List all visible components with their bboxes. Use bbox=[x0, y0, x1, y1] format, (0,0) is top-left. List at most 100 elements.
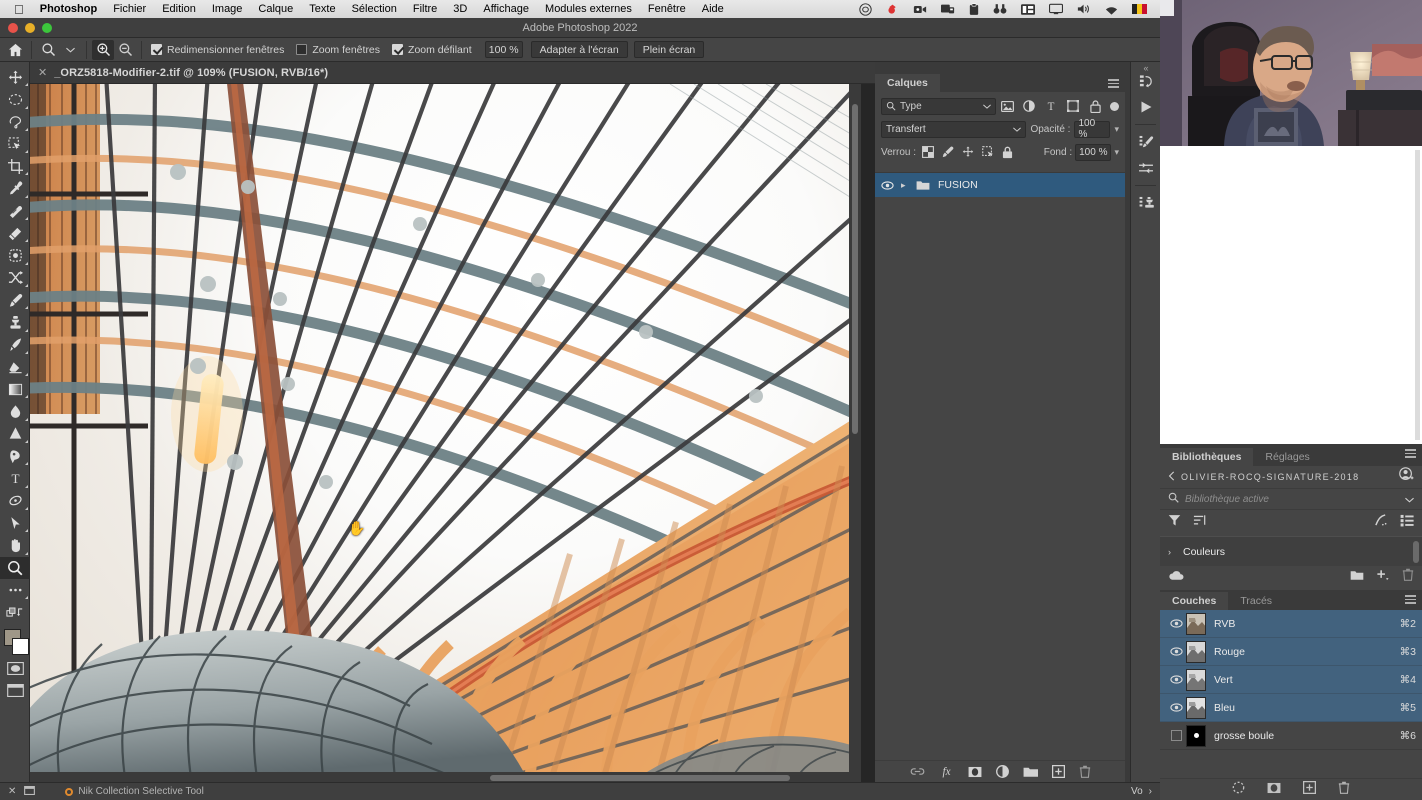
display-layout-icon[interactable] bbox=[1014, 3, 1042, 15]
empty-visibility-box[interactable] bbox=[1170, 730, 1182, 741]
document-image[interactable]: ✋ bbox=[30, 84, 861, 782]
menu-item-selection[interactable]: Sélection bbox=[344, 0, 405, 18]
hand-tool[interactable] bbox=[0, 534, 30, 556]
checkbox-redimensionner-fenetres[interactable]: Redimensionner fenêtres bbox=[151, 44, 284, 56]
horizontal-scrollbar-thumb[interactable] bbox=[490, 775, 790, 781]
background-color-swatch[interactable] bbox=[12, 638, 29, 656]
properties-sliders-icon[interactable] bbox=[1131, 155, 1161, 181]
close-icon[interactable]: ✕ bbox=[8, 786, 16, 797]
menu-item-aide[interactable]: Aide bbox=[694, 0, 732, 18]
marquee-tool[interactable] bbox=[0, 88, 30, 110]
channel-visibility-eye-icon[interactable] bbox=[1166, 647, 1186, 656]
library-scrollbar-thumb[interactable] bbox=[1413, 541, 1419, 563]
menu-item-affichage[interactable]: Affichage bbox=[475, 0, 537, 18]
apple-logo-icon[interactable]:  bbox=[6, 2, 32, 17]
channel-row-rouge[interactable]: Rouge ⌘3 bbox=[1160, 638, 1422, 666]
link-layers-icon[interactable] bbox=[910, 767, 925, 776]
channel-row-rvb[interactable]: RVB ⌘2 bbox=[1160, 610, 1422, 638]
creative-cloud-icon[interactable] bbox=[852, 2, 879, 16]
menu-item-filtre[interactable]: Filtre bbox=[405, 0, 445, 18]
crop-tool[interactable] bbox=[0, 155, 30, 177]
new-channel-icon[interactable] bbox=[1302, 780, 1317, 799]
screen-record-icon[interactable] bbox=[906, 4, 934, 15]
brush-stroke-icon[interactable] bbox=[1374, 514, 1388, 532]
new-adjustment-layer-icon[interactable] bbox=[995, 765, 1009, 778]
actions-stamp-icon[interactable] bbox=[1131, 190, 1161, 216]
checkbox-box[interactable] bbox=[392, 44, 404, 55]
lock-image-pixels-icon[interactable] bbox=[939, 144, 956, 160]
color-swatches[interactable] bbox=[0, 627, 30, 657]
library-search-input[interactable]: Bibliothèque active bbox=[1185, 494, 1269, 505]
play-actions-icon[interactable] bbox=[1131, 94, 1161, 120]
layers-list[interactable]: ▸ FUSION bbox=[875, 172, 1125, 760]
belgium-flag-icon[interactable] bbox=[1125, 4, 1154, 14]
new-library-folder-icon[interactable] bbox=[1350, 568, 1364, 586]
eraser-tool[interactable] bbox=[0, 356, 30, 378]
menu-item-edition[interactable]: Edition bbox=[154, 0, 204, 18]
tab-reglages[interactable]: Réglages bbox=[1253, 448, 1322, 466]
panel-menu-icon[interactable] bbox=[1108, 79, 1119, 88]
zoom-tool[interactable] bbox=[0, 556, 30, 579]
list-view-icon[interactable] bbox=[1400, 514, 1414, 532]
menu-item-texte[interactable]: Texte bbox=[301, 0, 343, 18]
gradient-tool[interactable] bbox=[0, 378, 30, 400]
layer-style-fx-icon[interactable]: fx bbox=[939, 765, 954, 778]
adjustments-brush-icon[interactable] bbox=[1131, 129, 1161, 155]
quick-selection-tool[interactable] bbox=[0, 133, 30, 155]
chevron-right-icon[interactable]: › bbox=[1149, 786, 1152, 797]
channel-row-bleu[interactable]: Bleu ⌘5 bbox=[1160, 694, 1422, 722]
eyedropper-tool[interactable] bbox=[0, 177, 30, 199]
filter-icon[interactable] bbox=[1168, 514, 1181, 532]
zoom-out-icon[interactable] bbox=[114, 40, 136, 60]
spot-healing-brush-tool[interactable] bbox=[0, 200, 30, 222]
window-icon[interactable] bbox=[24, 785, 36, 798]
lock-all-icon[interactable] bbox=[999, 144, 1016, 160]
delete-layer-icon[interactable] bbox=[1079, 765, 1091, 778]
filter-type-icon[interactable]: T bbox=[1040, 98, 1062, 115]
screen-mode-icon[interactable] bbox=[0, 679, 30, 701]
pen-tool[interactable] bbox=[0, 445, 30, 467]
opacity-value[interactable]: 100 % bbox=[1074, 118, 1111, 140]
chevron-right-icon[interactable]: ▸ bbox=[901, 180, 910, 191]
fill-value[interactable]: 100 % bbox=[1075, 143, 1112, 161]
checkbox-box[interactable] bbox=[296, 44, 308, 55]
dropbox-icon[interactable] bbox=[879, 3, 906, 16]
tab-traces[interactable]: Tracés bbox=[1228, 592, 1285, 610]
filter-shape-icon[interactable] bbox=[1062, 98, 1084, 115]
vertical-scrollbar[interactable] bbox=[849, 84, 861, 772]
blend-mode-select[interactable]: Transfert bbox=[881, 120, 1027, 138]
home-icon[interactable] bbox=[4, 40, 26, 60]
add-element-icon[interactable] bbox=[1376, 568, 1390, 586]
history-brush-tool[interactable] bbox=[0, 334, 30, 356]
filter-smart-icon[interactable] bbox=[1084, 98, 1106, 115]
volume-icon[interactable] bbox=[1070, 3, 1098, 15]
zoom-tool-icon[interactable] bbox=[37, 40, 59, 60]
brush-tool[interactable] bbox=[0, 289, 30, 311]
channel-visibility-toggle[interactable] bbox=[1166, 730, 1186, 741]
chevron-left-icon[interactable] bbox=[1168, 468, 1175, 486]
cloud-sync-icon[interactable] bbox=[1168, 568, 1185, 586]
chevron-down-icon[interactable] bbox=[983, 101, 991, 112]
menu-item-3d[interactable]: 3D bbox=[445, 0, 475, 18]
checkbox-zoom-fenetres[interactable]: Zoom fenêtres bbox=[296, 44, 380, 56]
blur-tool[interactable] bbox=[0, 400, 30, 422]
save-selection-as-channel-icon[interactable] bbox=[1267, 781, 1281, 799]
collapse-panels-icon[interactable]: « bbox=[1131, 62, 1161, 74]
panel-menu-icon[interactable] bbox=[1405, 595, 1416, 604]
menu-item-photoshop[interactable]: Photoshop bbox=[32, 0, 105, 18]
full-screen-button[interactable]: Plein écran bbox=[633, 41, 705, 58]
monitor-icon[interactable] bbox=[1042, 3, 1070, 15]
clipboard-icon[interactable] bbox=[962, 2, 986, 16]
zoom-level-field[interactable]: 100 % bbox=[484, 41, 523, 58]
delete-icon[interactable] bbox=[1402, 568, 1414, 586]
document-tab-title[interactable]: _ORZ5818-Modifier-2.tif @ 109% (FUSION, … bbox=[54, 67, 328, 79]
filter-pixel-icon[interactable] bbox=[996, 98, 1018, 115]
search-binoculars-icon[interactable] bbox=[986, 3, 1014, 15]
channel-visibility-eye-icon[interactable] bbox=[1166, 619, 1186, 628]
checkbox-zoom-defilant[interactable]: Zoom défilant bbox=[392, 44, 472, 56]
layer-row-fusion[interactable]: ▸ FUSION bbox=[875, 173, 1125, 197]
lasso-tool[interactable] bbox=[0, 111, 30, 133]
layer-name[interactable]: FUSION bbox=[938, 179, 978, 191]
layer-visibility-eye-icon[interactable] bbox=[879, 180, 895, 190]
edit-toolbar-tool[interactable] bbox=[0, 579, 30, 601]
